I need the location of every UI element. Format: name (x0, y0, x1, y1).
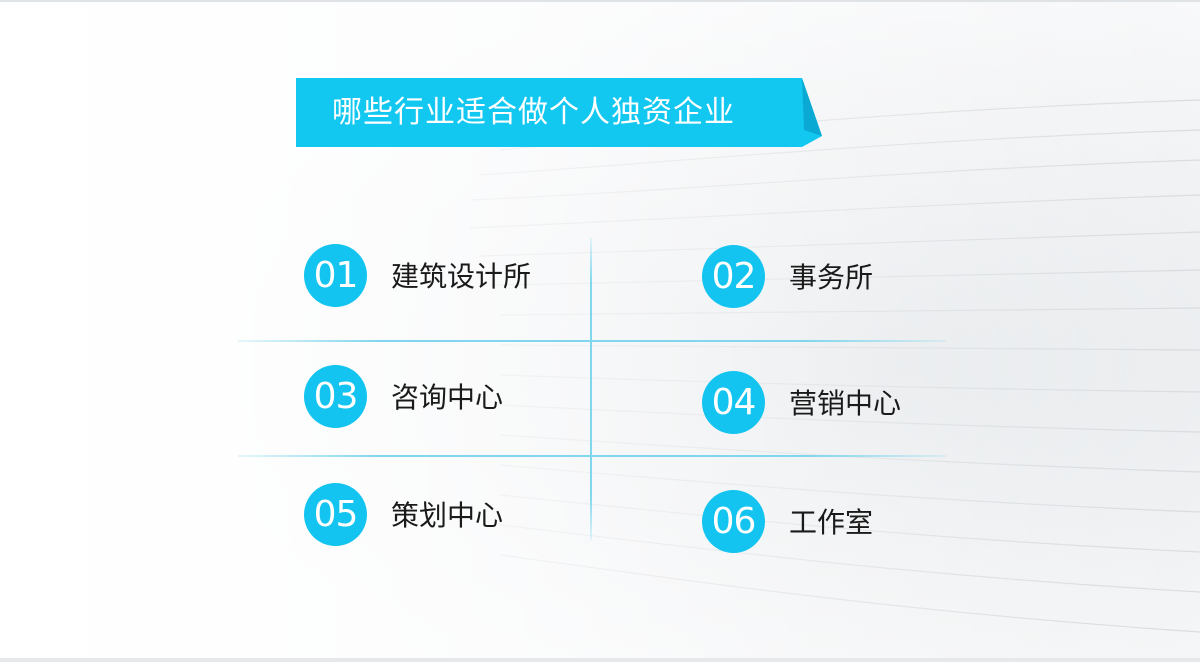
grid-divider-horizontal (238, 455, 946, 457)
list-item: 03 咨询中心 (304, 364, 503, 428)
grid-divider-vertical (590, 238, 592, 540)
list-item: 06 工作室 (702, 489, 873, 553)
list-item: 02 事务所 (702, 244, 873, 308)
item-label: 营销中心 (789, 387, 902, 420)
item-number-badge: 03 (304, 364, 367, 428)
item-label: 建筑设计所 (391, 260, 532, 293)
item-label: 事务所 (789, 261, 874, 294)
item-number-badge: 05 (304, 482, 367, 546)
item-number-badge: 01 (304, 243, 367, 307)
list-item: 01 建筑设计所 (304, 243, 531, 307)
title-banner: 哪些行业适合做个人独资企业 (296, 78, 822, 147)
item-number-badge: 02 (702, 244, 765, 308)
list-item: 05 策划中心 (304, 482, 503, 546)
item-number-badge: 04 (702, 370, 765, 434)
list-item: 04 营销中心 (702, 370, 901, 434)
grid-divider-horizontal (238, 340, 946, 342)
page-title: 哪些行业适合做个人独资企业 (332, 95, 735, 130)
item-number-badge: 06 (702, 489, 765, 553)
item-label: 咨询中心 (391, 381, 504, 414)
item-label: 工作室 (789, 506, 874, 539)
item-label: 策划中心 (391, 499, 504, 532)
